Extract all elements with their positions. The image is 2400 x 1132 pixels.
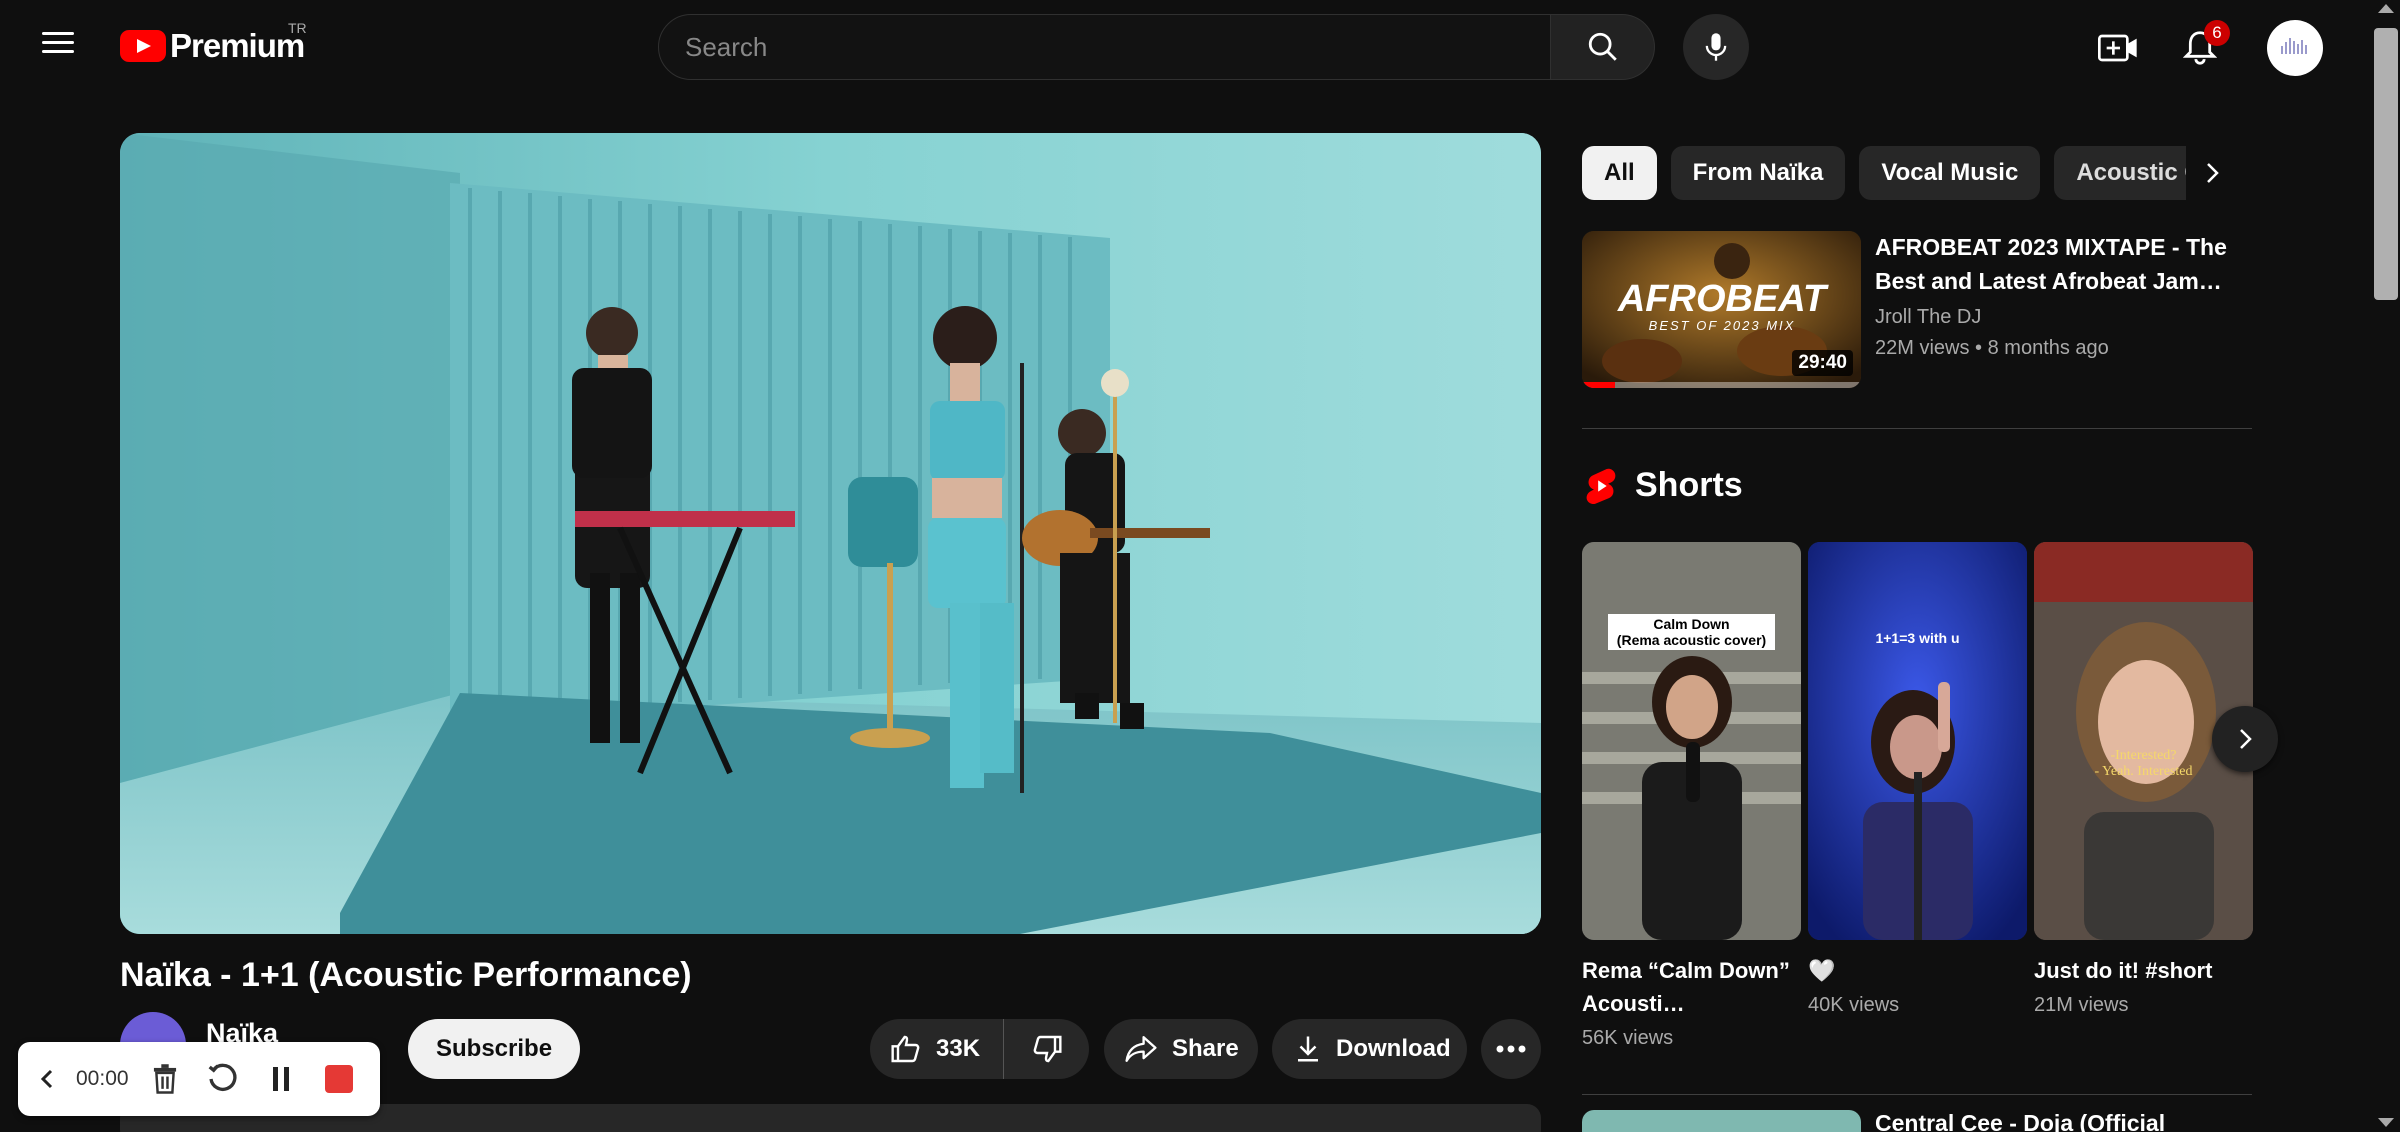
top-bar: Premium TR 6 (0, 0, 2400, 94)
pause-icon (273, 1067, 289, 1091)
recorder-restart-button[interactable] (194, 1063, 252, 1095)
download-label: Download (1336, 1035, 1451, 1062)
search-icon (1588, 32, 1617, 61)
watch-progress-bar (1582, 382, 1861, 388)
recorder-pause-button[interactable] (252, 1065, 310, 1093)
avatar-logo-icon (2281, 38, 2307, 54)
watch-progress-fill (1582, 382, 1616, 388)
shorts-heading: Shorts (1635, 466, 1743, 504)
recommendation-thumbnail[interactable] (1582, 1110, 1861, 1132)
more-horizontal-icon (1496, 1045, 1526, 1053)
video-player[interactable] (120, 133, 1541, 934)
chevron-right-icon (2207, 163, 2219, 183)
chevron-left-icon (40, 1069, 53, 1089)
search-input[interactable] (658, 14, 1551, 80)
trash-icon (153, 1064, 177, 1094)
recommendation-views: 22M views (1875, 337, 1970, 359)
short-thumbnail (1808, 542, 2027, 940)
recorder-back-button[interactable] (18, 1068, 76, 1090)
recommendation-title[interactable]: Central Cee - Doja (Official (1875, 1110, 2165, 1132)
thumbs-up-icon (891, 1035, 920, 1063)
short-views: 40K views (1808, 994, 1900, 1016)
dislike-button[interactable] (1004, 1019, 1089, 1079)
notification-badge: 6 (2204, 20, 2230, 46)
search-button[interactable] (1551, 14, 1655, 80)
short-title[interactable]: Just do it! #short (2034, 954, 2244, 987)
create-button[interactable] (2094, 24, 2142, 72)
scroll-up-arrow-icon[interactable] (2378, 4, 2394, 13)
more-actions-button[interactable] (1481, 1019, 1541, 1079)
chips-next-button[interactable] (2186, 146, 2238, 200)
short-title[interactable]: Rema “Calm Down” Acousti… (1582, 954, 1792, 1020)
chip-all[interactable]: All (1582, 146, 1657, 200)
shorts-logo-icon (1586, 468, 1616, 505)
notifications-button[interactable]: 6 (2176, 20, 2230, 72)
country-code: TR (288, 20, 307, 36)
youtube-play-icon (120, 30, 166, 62)
youtube-premium-logo[interactable]: Premium TR (120, 20, 307, 68)
share-icon (1125, 1036, 1157, 1062)
recorder-delete-button[interactable] (136, 1063, 194, 1095)
scrollbar-thumb[interactable] (2374, 28, 2398, 300)
video-frame (120, 133, 1541, 934)
chevron-right-icon (2240, 729, 2252, 749)
thumbs-down-icon (1033, 1035, 1062, 1063)
section-divider (1582, 428, 2252, 429)
download-icon (1298, 1036, 1318, 1062)
restart-icon (208, 1063, 237, 1092)
create-icon (2098, 34, 2137, 62)
like-button[interactable]: 33K (870, 1019, 1004, 1079)
menu-icon[interactable] (36, 26, 80, 66)
share-label: Share (1172, 1035, 1239, 1062)
recorder-stop-button[interactable] (310, 1065, 368, 1093)
shorts-next-button[interactable] (2212, 706, 2278, 772)
short-card[interactable]: Calm Down (Rema acoustic cover) (1582, 542, 1801, 940)
recommendation-title[interactable]: AFROBEAT 2023 MIXTAPE - The Best and Lat… (1875, 230, 2245, 298)
voice-search-button[interactable] (1683, 14, 1749, 80)
section-divider (1582, 1094, 2252, 1095)
filter-chips: All From Naïka Vocal Music Acoustic Gu (1582, 146, 2214, 200)
account-avatar[interactable] (2267, 20, 2323, 76)
chip-vocal-music[interactable]: Vocal Music (1859, 146, 2041, 200)
short-views: 21M views (2034, 994, 2129, 1016)
share-button[interactable]: Share (1104, 1019, 1258, 1079)
recommendation-meta: 22M views • 8 months ago (1875, 337, 2109, 360)
thumbnail-subtitle: BEST OF 2023 MIX (1649, 318, 1796, 333)
like-dislike-group: 33K (870, 1019, 1089, 1079)
chip-acoustic-guitar[interactable]: Acoustic Gu (2054, 146, 2201, 200)
short-views: 56K views (1582, 1027, 1674, 1049)
thumbnail-title: AFROBEAT (1617, 278, 1829, 320)
subscribe-button[interactable]: Subscribe (408, 1019, 581, 1079)
video-title: Naïka - 1+1 (Acoustic Performance) (120, 956, 692, 994)
short-thumbnail (1582, 542, 1801, 940)
scroll-down-arrow-icon[interactable] (2378, 1118, 2394, 1127)
mic-icon (1705, 33, 1727, 61)
video-duration: 29:40 (1792, 350, 1853, 376)
recorder-time: 00:00 (76, 1067, 129, 1090)
logo-text: Premium (170, 27, 305, 64)
recommendation-channel[interactable]: Jroll The DJ (1875, 306, 1981, 329)
short-title[interactable]: 🤍 (1808, 954, 2018, 987)
search-bar (658, 14, 1655, 80)
recommendation-thumbnail[interactable]: AFROBEAT BEST OF 2023 MIX 29:40 (1582, 231, 1861, 388)
short-caption: Calm Down (Rema acoustic cover) (1608, 614, 1775, 650)
meta-separator: • (1975, 337, 1988, 359)
short-caption: 1+1=3 with u (1875, 630, 1960, 646)
screen-recorder-toolbar: 00:00 (18, 1042, 380, 1116)
short-card[interactable]: 1+1=3 with u (1808, 542, 2027, 940)
stop-icon (325, 1065, 353, 1093)
recommendation-age: 8 months ago (1987, 337, 2109, 359)
like-count: 33K (936, 1035, 981, 1062)
chip-from-naika[interactable]: From Naïka (1670, 146, 1846, 200)
download-button[interactable]: Download (1272, 1019, 1467, 1079)
